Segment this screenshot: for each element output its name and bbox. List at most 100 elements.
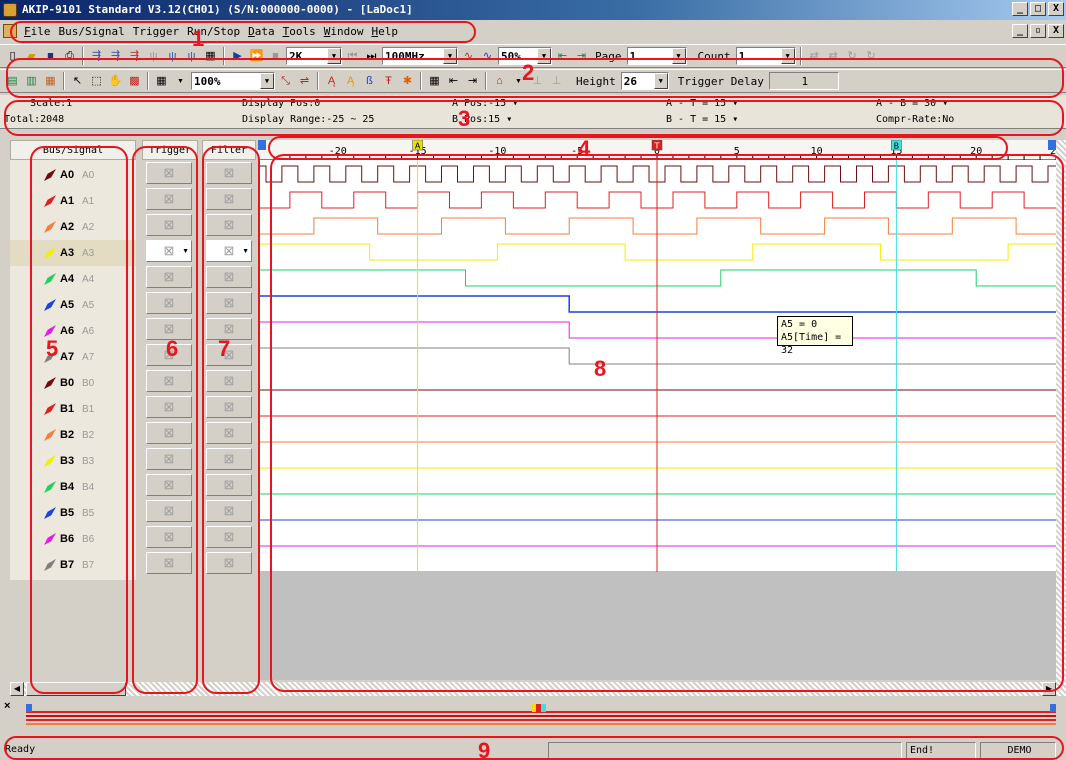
waveform-display[interactable] [258, 160, 1056, 580]
b-t-readout[interactable]: B - T = 15 ▾ [666, 114, 738, 125]
signal-pen-icon[interactable] [44, 559, 56, 571]
filter-cell[interactable]: ⊠ [206, 162, 252, 184]
signal-pen-icon[interactable] [44, 299, 56, 311]
signal-row[interactable]: B7 B7 [10, 552, 136, 578]
home-icon[interactable]: ⌂ [491, 73, 508, 90]
page-select[interactable]: 1 ▼ [626, 47, 687, 65]
signal-row[interactable]: B5 B5 [10, 500, 136, 526]
bus-add-icon[interactable]: ⇶ [88, 48, 105, 65]
signal-pen-icon[interactable] [44, 507, 56, 519]
waveform-blue-icon[interactable]: ∿ [479, 48, 496, 65]
trigger-cell[interactable]: ⊠ [146, 500, 192, 522]
overview-close-icon[interactable]: × [4, 700, 10, 712]
filter-cell[interactable]: ⊠ [206, 214, 252, 236]
signal-row[interactable]: A5 A5 [10, 292, 136, 318]
minimize-button[interactable]: _ [1012, 2, 1028, 16]
trigger-header[interactable]: Trigger [142, 140, 198, 160]
trigger-cell[interactable]: ⊠ [146, 162, 192, 184]
filter-cell[interactable]: ⊠ [206, 266, 252, 288]
height-select[interactable]: 26 ▼ [620, 72, 669, 90]
next-icon[interactable]: ⏭ [363, 48, 380, 65]
filter-cell[interactable]: ⊠ [206, 474, 252, 496]
pin2-icon[interactable]: ⊥ [548, 73, 565, 90]
time-ruler[interactable]: -20-15-10-50510152025ATB [257, 139, 1062, 160]
scroll-left-icon[interactable]: ◀ [10, 682, 24, 696]
page-prev-icon[interactable]: ⇤ [554, 48, 571, 65]
bus-signal-header[interactable]: Bus/Signal [10, 140, 136, 160]
scroll-thumb[interactable] [26, 682, 126, 696]
sync-icon[interactable]: ⇄ [806, 48, 823, 65]
zoom-select[interactable]: 100% ▼ [191, 72, 275, 90]
color-view-icon[interactable]: ▦ [42, 73, 59, 90]
signal-row[interactable]: A3 A3 [10, 240, 136, 266]
signal-pen-icon[interactable] [44, 273, 56, 285]
signal-row[interactable]: A6 A6 [10, 318, 136, 344]
run-continuous-icon[interactable]: ⏩ [248, 48, 265, 65]
signal-row[interactable]: A0 A0 [10, 162, 136, 188]
bus-edit-icon[interactable]: ⇶ [107, 48, 124, 65]
notes-icon[interactable]: ▦ [202, 48, 219, 65]
menu-help[interactable]: Help [367, 25, 402, 38]
signal-row[interactable]: A7 A7 [10, 344, 136, 370]
signal-row[interactable]: A4 A4 [10, 266, 136, 292]
measure-icon[interactable]: ▩ [126, 73, 143, 90]
scroll-right-icon[interactable]: ▶ [1042, 682, 1056, 696]
trigger-cell[interactable]: ⊠ [146, 188, 192, 210]
sync2-icon[interactable]: ⇄ [825, 48, 842, 65]
filter-cell[interactable]: ⊠ [206, 448, 252, 470]
filter-cell[interactable]: ⊠ [206, 188, 252, 210]
refresh2-icon[interactable]: ↻ [863, 48, 880, 65]
mdi-restore-button[interactable]: ▫ [1030, 24, 1046, 38]
new-file-icon[interactable]: ▯ [4, 48, 21, 65]
refresh-icon[interactable]: ↻ [844, 48, 861, 65]
filter-header[interactable]: Filter [202, 140, 256, 160]
trigger-delay-input[interactable]: 1 [768, 72, 839, 90]
goto-next-icon[interactable]: ⇥ [464, 73, 481, 90]
menu-tools[interactable]: Tools [279, 25, 320, 38]
zoom-fit-icon[interactable]: ⤡ [277, 73, 294, 90]
cell-dropdown-icon[interactable]: ▼ [182, 248, 189, 255]
signal-row[interactable]: A1 A1 [10, 188, 136, 214]
menu-trigger[interactable]: Trigger [129, 25, 183, 38]
trigger-cell[interactable]: ⊠ [146, 526, 192, 548]
open-folder-icon[interactable]: ▰ [23, 48, 40, 65]
filter-cell[interactable]: ⊠ [206, 500, 252, 522]
cursor-t-bar-icon[interactable]: Ŧ [380, 73, 397, 90]
mdi-minimize-button[interactable]: _ [1012, 24, 1028, 38]
menu-file[interactable]: File [20, 25, 55, 38]
zoom-wave-icon[interactable]: ⇌ [296, 73, 313, 90]
memory-depth-select[interactable]: 2K ▼ [286, 47, 342, 65]
signal-pen-icon[interactable] [44, 533, 56, 545]
document-icon[interactable] [3, 24, 17, 38]
trigger-cell[interactable]: ⊠ ▼ [146, 240, 192, 262]
cursor-all-bar-icon[interactable]: ✱ [399, 73, 416, 90]
menu-data[interactable]: Data [244, 25, 279, 38]
prev-icon[interactable]: ⏮ [344, 48, 361, 65]
trigger-cell[interactable]: ⊠ [146, 422, 192, 444]
signal-row[interactable]: B6 B6 [10, 526, 136, 552]
filter-cell[interactable]: ⊠ [206, 552, 252, 574]
signal-pen-icon[interactable] [44, 195, 56, 207]
signal-icon[interactable]: ψ [145, 48, 162, 65]
filter-cell[interactable]: ⊠ ▼ [206, 240, 252, 262]
print-icon[interactable]: ⎙ [61, 48, 78, 65]
cell-dropdown-icon[interactable]: ▼ [242, 248, 249, 255]
count-select[interactable]: 1 ▼ [735, 47, 796, 65]
a-b-readout[interactable]: A - B = 30 ▾ [876, 98, 948, 109]
trigger-cell[interactable]: ⊠ [146, 370, 192, 392]
a-t-readout[interactable]: A - T = 15 ▾ [666, 98, 738, 109]
signal-row[interactable]: B2 B2 [10, 422, 136, 448]
filter-cell[interactable]: ⊠ [206, 422, 252, 444]
signal-row[interactable]: B3 B3 [10, 448, 136, 474]
waveform-red-icon[interactable]: ∿ [460, 48, 477, 65]
close-button[interactable]: X [1048, 2, 1064, 16]
filter-cell[interactable]: ⊠ [206, 396, 252, 418]
maximize-button[interactable]: □ [1030, 2, 1046, 16]
trigger-cell[interactable]: ⊠ [146, 214, 192, 236]
trigger-cell[interactable]: ⊠ [146, 292, 192, 314]
trigger-cell[interactable]: ⊠ [146, 396, 192, 418]
page-next-icon[interactable]: ⇥ [573, 48, 590, 65]
zoom-dropdown-icon[interactable]: ▼ [172, 73, 189, 90]
goto-prev-icon[interactable]: ⇤ [445, 73, 462, 90]
signal-pen-icon[interactable] [44, 455, 56, 467]
